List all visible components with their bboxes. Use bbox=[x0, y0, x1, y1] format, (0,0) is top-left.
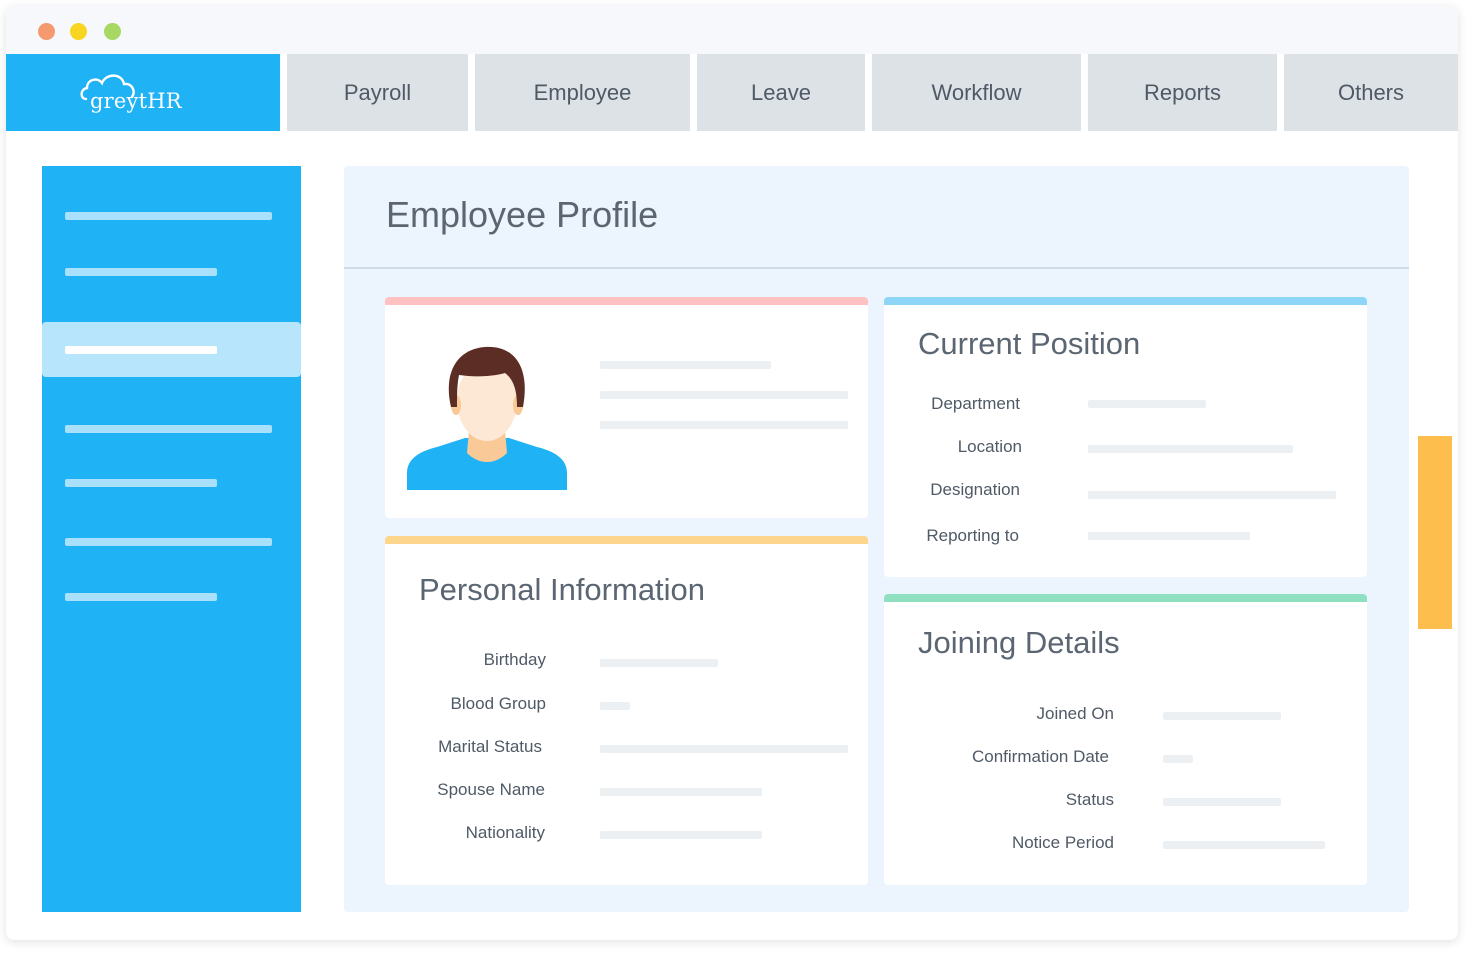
personal-information-card: Personal Information Birthday Blood Grou… bbox=[385, 536, 868, 885]
main-content: Employee Profile Current Position Depart… bbox=[344, 166, 1409, 912]
field-label-confirmation-date: Confirmation Date bbox=[971, 747, 1109, 766]
field-label-location: Location bbox=[957, 437, 1022, 456]
field-value-confirmation-date bbox=[1163, 755, 1193, 763]
profile-line bbox=[600, 361, 771, 369]
page-title: Employee Profile bbox=[386, 194, 659, 235]
card-title: Current Position bbox=[918, 326, 1141, 361]
nav-others[interactable]: Others bbox=[1284, 54, 1458, 131]
card-accent-bar bbox=[385, 297, 868, 305]
field-label-joined-on: Joined On bbox=[1036, 704, 1115, 723]
field-value-blood-group bbox=[600, 702, 630, 710]
field-value-reporting-to bbox=[1088, 532, 1250, 540]
field-label-department: Department bbox=[931, 394, 1020, 413]
joining-details-card: Joining Details Joined On Confirmation D… bbox=[884, 594, 1367, 885]
current-position-card: Current Position Department Location Des… bbox=[884, 297, 1367, 577]
sidebar-item[interactable] bbox=[65, 593, 217, 601]
field-label-status: Status bbox=[1065, 790, 1114, 809]
profile-line bbox=[600, 421, 848, 429]
card-accent-bar bbox=[884, 297, 1367, 305]
field-label-blood-group: Blood Group bbox=[450, 694, 546, 713]
user-avatar-icon bbox=[407, 346, 567, 490]
field-value-marital-status bbox=[600, 745, 848, 753]
nav-payroll[interactable]: Payroll bbox=[287, 54, 468, 131]
sidebar-item[interactable] bbox=[65, 538, 272, 546]
field-label-spouse-name: Spouse Name bbox=[437, 780, 545, 799]
sidebar-item[interactable] bbox=[65, 479, 217, 487]
field-label-reporting-to: Reporting to bbox=[926, 526, 1019, 545]
logo-text: greytHR bbox=[90, 88, 182, 113]
field-label-nationality: Nationality bbox=[465, 823, 545, 842]
app-window: greytHR Payroll Employee Leave Workflow … bbox=[6, 6, 1458, 940]
card-title: Joining Details bbox=[918, 625, 1120, 660]
field-value-birthday bbox=[600, 659, 718, 667]
card-title: Personal Information bbox=[419, 572, 706, 607]
nav-leave[interactable]: Leave bbox=[697, 54, 865, 131]
field-label-birthday: Birthday bbox=[483, 650, 546, 669]
nav-employee[interactable]: Employee bbox=[475, 54, 690, 131]
field-value-status bbox=[1163, 798, 1281, 806]
minimize-window-button[interactable] bbox=[70, 23, 87, 40]
sidebar-item[interactable] bbox=[65, 425, 272, 433]
field-value-notice-period bbox=[1163, 841, 1325, 849]
title-divider bbox=[344, 267, 1409, 269]
brand-logo[interactable]: greytHR bbox=[6, 54, 280, 131]
field-value-department bbox=[1088, 400, 1206, 408]
profile-line bbox=[600, 391, 848, 399]
field-value-spouse-name bbox=[600, 788, 762, 796]
close-window-button[interactable] bbox=[38, 23, 55, 40]
nav-workflow[interactable]: Workflow bbox=[872, 54, 1081, 131]
maximize-window-button[interactable] bbox=[104, 23, 121, 40]
field-label-notice-period: Notice Period bbox=[1011, 833, 1114, 852]
field-value-nationality bbox=[600, 831, 762, 839]
sidebar-item[interactable] bbox=[65, 268, 217, 276]
window-titlebar bbox=[6, 6, 1458, 54]
card-accent-bar bbox=[884, 594, 1367, 602]
sidebar-item-active-label bbox=[65, 346, 217, 354]
sidebar bbox=[42, 166, 301, 912]
field-value-location bbox=[1088, 445, 1293, 453]
profile-card bbox=[385, 297, 868, 518]
sidebar-item[interactable] bbox=[65, 212, 272, 220]
sidebar-item-active[interactable] bbox=[42, 322, 301, 377]
side-feedback-tab[interactable] bbox=[1418, 436, 1452, 629]
nav-reports[interactable]: Reports bbox=[1088, 54, 1277, 131]
field-value-joined-on bbox=[1163, 712, 1281, 720]
field-label-designation: Designation bbox=[930, 480, 1020, 499]
field-label-marital-status: Marital Status bbox=[438, 737, 542, 756]
field-value-designation bbox=[1088, 491, 1336, 499]
card-accent-bar bbox=[385, 536, 868, 544]
